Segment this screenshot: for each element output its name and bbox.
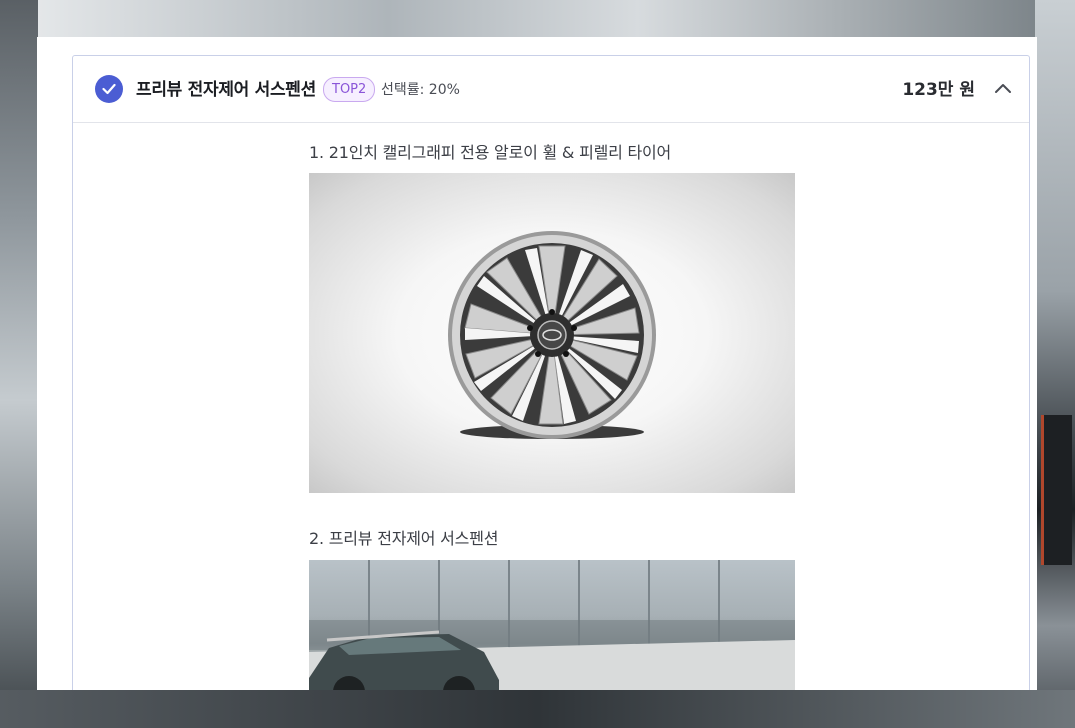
chevron-up-icon[interactable] <box>993 80 1013 96</box>
item-label-suspension: 2. 프리뷰 전자제어 서스펜션 <box>309 529 499 548</box>
background-left <box>0 0 38 728</box>
background-top <box>38 0 1038 37</box>
background-bottom <box>0 690 1075 728</box>
item-label-wheel: 1. 21인치 캘리그래피 전용 알로이 휠 & 피렐리 타이어 <box>309 143 672 162</box>
top-badge: TOP2 <box>323 77 376 102</box>
option-header[interactable]: 프리뷰 전자제어 서스펜션 TOP2 선택률: 20% 123만 원 <box>73 56 1029 123</box>
background-right <box>1035 0 1075 728</box>
check-icon[interactable] <box>95 75 123 103</box>
option-title: 프리뷰 전자제어 서스펜션 <box>136 80 316 100</box>
option-price: 123만 원 <box>902 80 975 100</box>
suv-car-icon <box>309 560 795 690</box>
tail-light <box>1041 415 1072 565</box>
alloy-wheel-icon <box>448 231 656 439</box>
option-card: 프리뷰 전자제어 서스펜션 TOP2 선택률: 20% 123만 원 1. 21… <box>72 55 1030 690</box>
suspension-image <box>309 560 795 690</box>
option-panel: 프리뷰 전자제어 서스펜션 TOP2 선택률: 20% 123만 원 1. 21… <box>37 37 1037 690</box>
wheel-image <box>309 173 795 493</box>
selection-rate: 선택률: 20% <box>381 82 460 98</box>
